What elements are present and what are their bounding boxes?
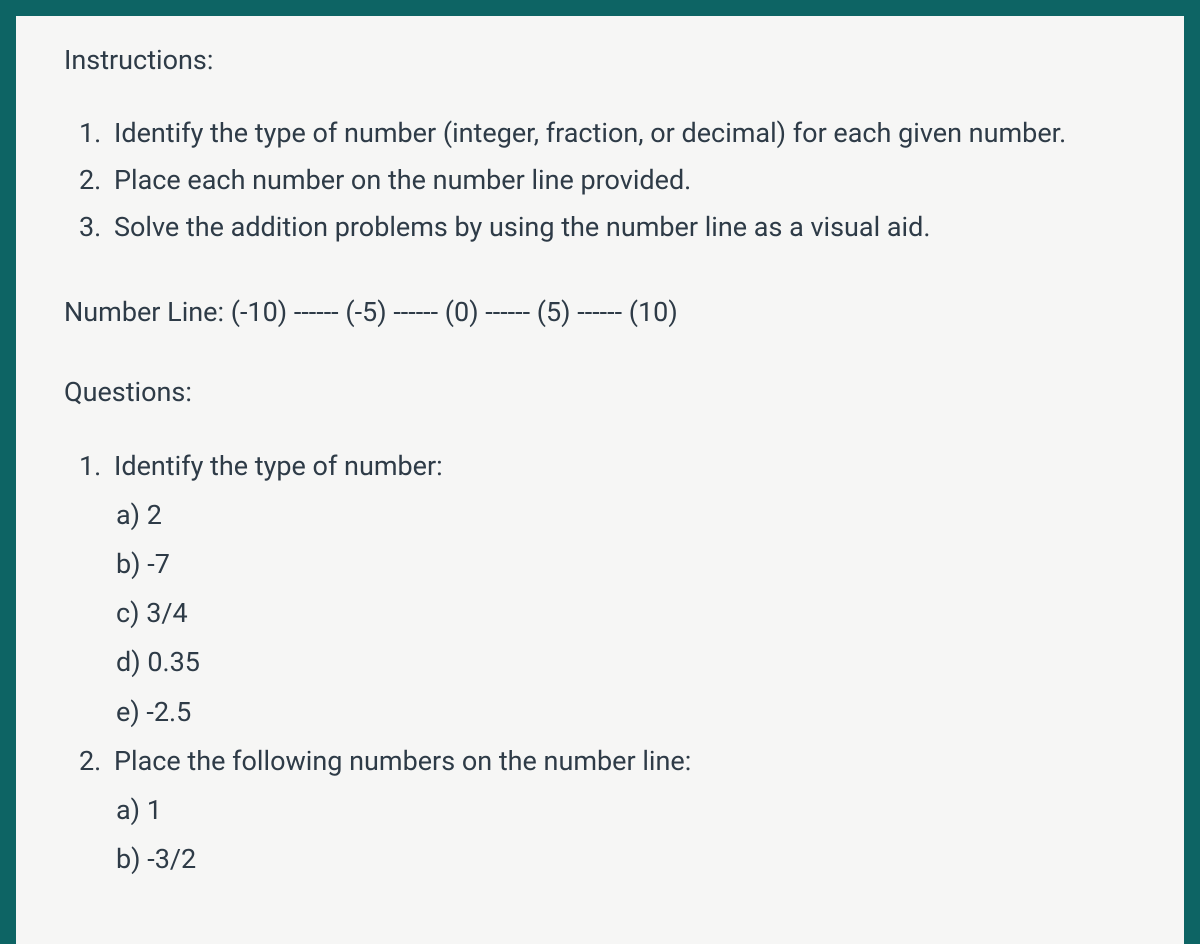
questions-list: Identify the type of number: a) 2 b) -7 …	[64, 442, 1136, 884]
instruction-item: Solve the addition problems by using the…	[108, 204, 1136, 251]
instruction-item: Identify the type of number (integer, fr…	[108, 110, 1136, 157]
question-sub-item: c) 3/4	[114, 589, 1136, 638]
question-sub-item: b) -3/2	[114, 835, 1136, 884]
question-sub-item: d) 0.35	[114, 638, 1136, 687]
questions-heading: Questions:	[64, 372, 1136, 414]
question-sub-item: e) -2.5	[114, 688, 1136, 737]
instructions-heading: Instructions:	[64, 40, 1136, 82]
question-item: Place the following numbers on the numbe…	[108, 737, 1136, 884]
question-prompt: Identify the type of number:	[114, 450, 443, 482]
question-sub-item: b) -7	[114, 540, 1136, 589]
number-line-text: Number Line: (-10) ------ (-5) ------ (0…	[64, 292, 1136, 333]
question-sub-item: a) 2	[114, 491, 1136, 540]
question-prompt: Place the following numbers on the numbe…	[114, 745, 691, 777]
instruction-item: Place each number on the number line pro…	[108, 157, 1136, 204]
instructions-list: Identify the type of number (integer, fr…	[64, 110, 1136, 252]
worksheet-page: Instructions: Identify the type of numbe…	[16, 16, 1184, 944]
question-sub-item: a) 1	[114, 786, 1136, 835]
question-item: Identify the type of number: a) 2 b) -7 …	[108, 442, 1136, 737]
